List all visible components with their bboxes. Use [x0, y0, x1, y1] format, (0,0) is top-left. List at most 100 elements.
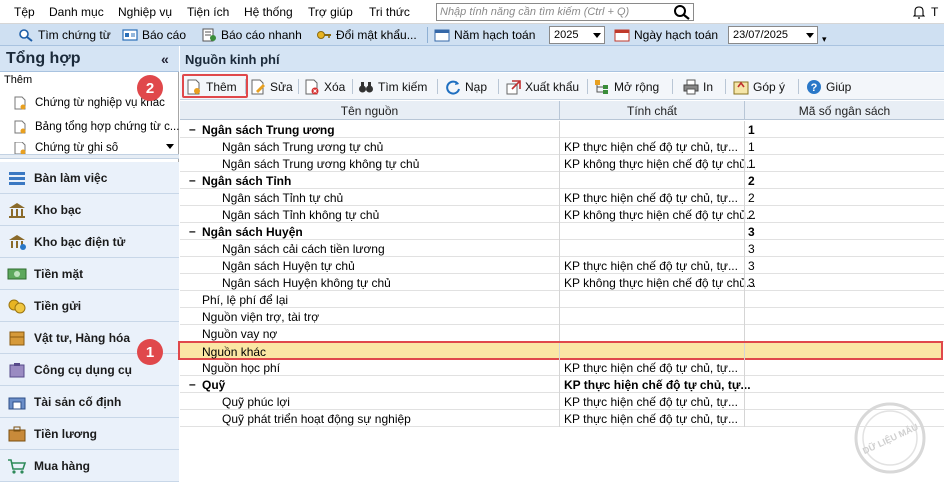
document-icon	[14, 96, 26, 110]
cart-icon	[8, 458, 27, 474]
table-row[interactable]: Quỹ phát triển hoạt động sự nghiệp KP thự…	[180, 410, 944, 427]
nav-treasury[interactable]: Kho bạc	[0, 194, 179, 226]
collapse-group-icon[interactable]: –	[189, 123, 199, 135]
bell-icon[interactable]	[913, 5, 925, 19]
column-header-name[interactable]: Tên nguồn	[180, 104, 559, 118]
table-row[interactable]: Ngân sách Trung ương tự chủ KP thực hiện …	[180, 138, 944, 155]
search-icon[interactable]	[673, 4, 691, 20]
column-header-budget-code[interactable]: Mã số ngân sách	[745, 104, 944, 118]
nav-deposit[interactable]: Tiền gửi	[0, 290, 179, 322]
delete-button[interactable]: Xóa	[304, 77, 345, 96]
cell-nature: KP thực hiện chế độ tự chủ, tự...	[564, 361, 738, 375]
fiscal-year-select[interactable]: 2025	[549, 26, 605, 44]
collapse-group-icon[interactable]: –	[189, 225, 199, 237]
cell-separator	[744, 172, 745, 189]
report-button[interactable]: Báo cáo	[122, 26, 186, 44]
posting-date-picker[interactable]: 23/07/2025	[728, 26, 818, 44]
export-button[interactable]: Xuất khẩu	[505, 77, 579, 96]
menu-catalog[interactable]: Danh mục	[49, 5, 104, 19]
nav-purchase[interactable]: Mua hàng	[0, 450, 179, 482]
menu-file[interactable]: Tệp	[14, 5, 35, 19]
expand-button[interactable]: Mở rộng	[594, 77, 659, 96]
table-row[interactable]: – Ngân sách Trung ương 1	[180, 121, 944, 138]
scroll-down-icon[interactable]	[166, 144, 174, 149]
table-row[interactable]: Nguồn học phí KP thực hiện chế độ tự chủ,…	[180, 359, 944, 376]
menu-knowledge[interactable]: Tri thức	[369, 5, 410, 19]
cell-separator	[559, 155, 560, 172]
quick-item-ledger-voucher[interactable]: Chứng từ ghi sổ	[14, 142, 118, 154]
table-row[interactable]: Ngân sách cải cách tiền lương 3	[180, 240, 944, 257]
quick-report-button[interactable]: Báo cáo nhanh	[201, 26, 302, 44]
cell-separator	[559, 291, 560, 308]
cell-separator	[744, 223, 745, 240]
table-row[interactable]: Ngân sách Trung ương không tự chủ KP khôn…	[180, 155, 944, 172]
menu-operations[interactable]: Nghiệp vụ	[118, 5, 172, 19]
cell-separator	[744, 325, 745, 342]
action-toolbar: Thêm Sửa Xóa Tìm kiếm Nạp Xuất khẩu Mở r…	[180, 73, 944, 100]
cell-separator	[744, 206, 745, 223]
svg-text:?: ?	[811, 82, 818, 94]
cell-separator	[744, 376, 745, 393]
table-row[interactable]: Ngân sách Tỉnh không tự chủ KP không thực…	[180, 206, 944, 223]
cell-separator	[559, 393, 560, 410]
table-row[interactable]: Ngân sách Tỉnh tự chủ KP thực hiện chế độ…	[180, 189, 944, 206]
cell-budget-code: 2	[748, 191, 755, 205]
toolbar-separator	[672, 79, 673, 94]
nav-label: Tài sản cố định	[34, 394, 122, 409]
left-panel-splitter[interactable]	[0, 154, 179, 159]
table-row[interactable]: Nguồn viện trợ, tài trợ	[180, 308, 944, 325]
menu-help[interactable]: Trợ giúp	[308, 5, 353, 19]
calendar-icon	[614, 29, 630, 42]
table-row[interactable]: – Ngân sách Tỉnh 2	[180, 172, 944, 189]
edit-button[interactable]: Sửa	[250, 77, 293, 96]
collapse-group-icon[interactable]: –	[189, 378, 199, 390]
print-button[interactable]: In	[683, 77, 713, 96]
collapse-icon[interactable]: «	[161, 51, 169, 67]
table-row[interactable]: Ngân sách Huyện không tự chủ KP không thự…	[180, 274, 944, 291]
feature-search-box[interactable]	[436, 3, 694, 21]
quick-item-label: Bảng tổng hợp chứng từ c...	[35, 121, 180, 133]
find-voucher-icon	[19, 29, 33, 42]
collapse-group-icon[interactable]: –	[189, 174, 199, 186]
report-icon	[122, 29, 138, 41]
find-voucher-button[interactable]: Tìm chứng từ	[18, 26, 111, 44]
reload-button[interactable]: Nạp	[445, 77, 487, 96]
menu-system[interactable]: Hệ thống	[244, 5, 293, 19]
search-button[interactable]: Tìm kiếm	[358, 77, 427, 96]
cell-source-name: Phí, lệ phí để lại	[202, 293, 289, 307]
table-row[interactable]: Ngân sách Huyện tự chủ KP thực hiện chế đ…	[180, 257, 944, 274]
user-initial[interactable]: T	[931, 5, 938, 19]
feedback-button[interactable]: Góp ý	[733, 77, 785, 96]
menu-utilities[interactable]: Tiện ích	[187, 5, 229, 19]
add-button[interactable]: Thêm	[182, 74, 248, 98]
left-panel-header: Tổng hợp «	[0, 46, 179, 72]
nav-desk[interactable]: Bàn làm việc	[0, 162, 179, 194]
toolbar-separator	[798, 79, 799, 94]
help-icon: ?	[807, 79, 821, 94]
cell-separator	[744, 121, 745, 138]
cell-separator	[559, 121, 560, 138]
change-password-button[interactable]: Đổi mật khẩu...	[316, 26, 417, 44]
nav-e-treasury[interactable]: Kho bạc điện tử	[0, 226, 179, 258]
cell-separator	[559, 223, 560, 240]
nav-cash[interactable]: Tiền mặt	[0, 258, 179, 290]
table-row-selected[interactable]: Nguồn khác	[178, 341, 943, 360]
nav-salary[interactable]: Tiền lương	[0, 418, 179, 450]
chevron-down-icon[interactable]	[806, 33, 814, 38]
chevron-down-icon[interactable]	[593, 33, 601, 38]
column-header-nature[interactable]: Tính chất	[560, 104, 744, 118]
help-button[interactable]: ? Giúp	[806, 77, 851, 96]
table-row[interactable]: – Ngân sách Huyện 3	[180, 223, 944, 240]
table-row[interactable]: Phí, lệ phí để lại	[180, 291, 944, 308]
table-row[interactable]: Nguồn vay nợ	[180, 325, 944, 342]
cell-nature: KP không thực hiện chế độ tự chủ...	[564, 208, 756, 222]
table-row[interactable]: Quỹ phúc lợi KP thực hiện chế độ tự chủ, …	[180, 393, 944, 410]
main-header: Nguồn kinh phí	[180, 46, 944, 72]
cell-source-name: Ngân sách Trung ương tự chủ	[222, 140, 384, 154]
cell-budget-code: 1	[748, 123, 755, 137]
nav-fixed-asset[interactable]: Tài sản cố định	[0, 386, 179, 418]
search-input[interactable]	[440, 5, 670, 19]
quick-item-summary-table[interactable]: Bảng tổng hợp chứng từ c...	[14, 119, 179, 135]
table-row[interactable]: – Quỹ KP thực hiện chế độ tự chủ, tự...	[180, 376, 944, 393]
cell-source-name: Ngân sách cải cách tiền lương	[222, 242, 385, 256]
